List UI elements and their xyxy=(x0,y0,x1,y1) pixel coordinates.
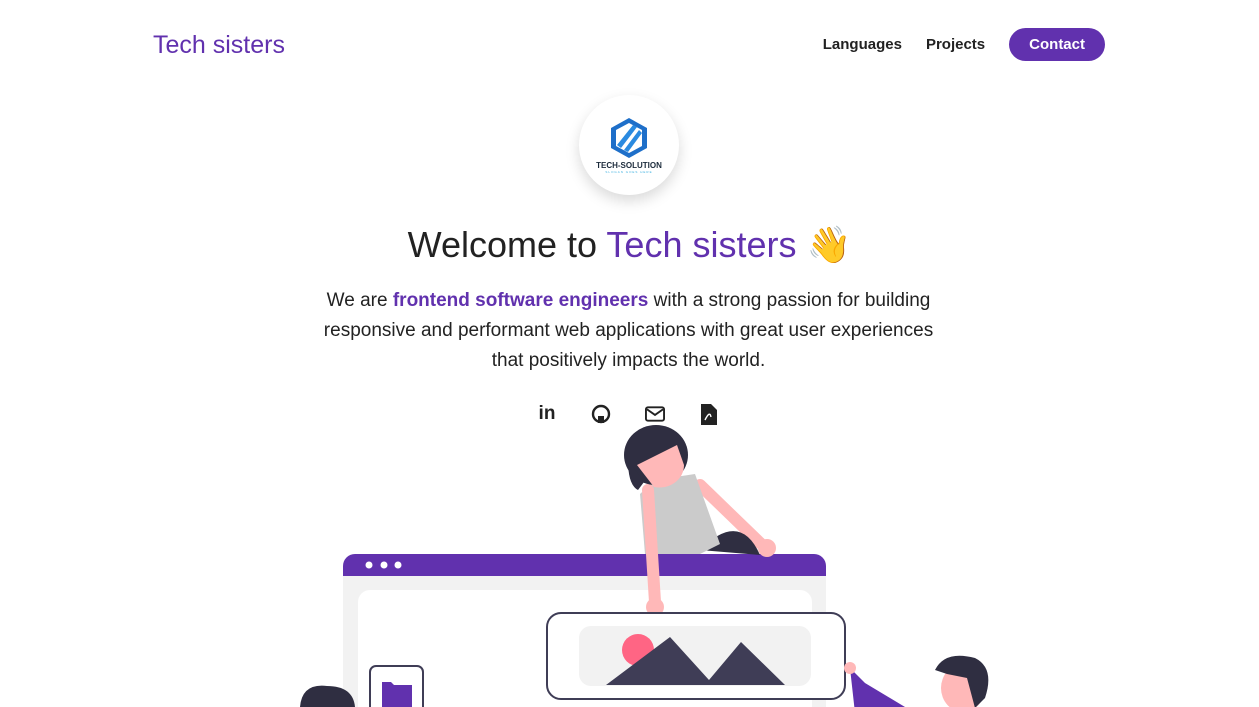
man-figure xyxy=(844,655,989,707)
title-highlight: Tech sisters xyxy=(606,224,797,265)
woman-figure xyxy=(624,425,776,616)
image-card xyxy=(546,612,846,700)
contact-button[interactable]: Contact xyxy=(1009,28,1105,61)
nav-projects[interactable]: Projects xyxy=(926,36,985,53)
pdf-icon[interactable] xyxy=(699,403,719,425)
mail-icon[interactable] xyxy=(645,403,665,425)
company-logo: TECH-SOLUTION SLOGAN GOES HERE xyxy=(579,95,679,195)
logo-slogan: SLOGAN GOES HERE xyxy=(605,169,653,174)
left-person-figure xyxy=(300,685,355,707)
intro-highlight: frontend software engineers xyxy=(392,290,649,311)
brand-link[interactable]: Tech sisters xyxy=(153,31,285,60)
page-title: Welcome to Tech sisters 👋 xyxy=(0,224,1259,266)
social-links: in xyxy=(537,403,719,425)
browser-window xyxy=(343,554,826,707)
folder-card xyxy=(369,665,424,707)
nav-languages[interactable]: Languages xyxy=(823,36,902,53)
github-icon[interactable] xyxy=(591,403,611,425)
intro-before: We are xyxy=(326,290,393,311)
hexagon-logo-icon xyxy=(611,117,647,158)
intro-text: We are frontend software engineers with … xyxy=(320,286,937,376)
wave-emoji-icon: 👋 xyxy=(806,224,852,265)
logo-title: TECH-SOLUTION xyxy=(596,160,662,170)
title-prefix: Welcome to xyxy=(407,224,607,265)
linkedin-icon[interactable]: in xyxy=(537,403,557,425)
main-nav: Languages Projects Contact xyxy=(823,28,1105,61)
